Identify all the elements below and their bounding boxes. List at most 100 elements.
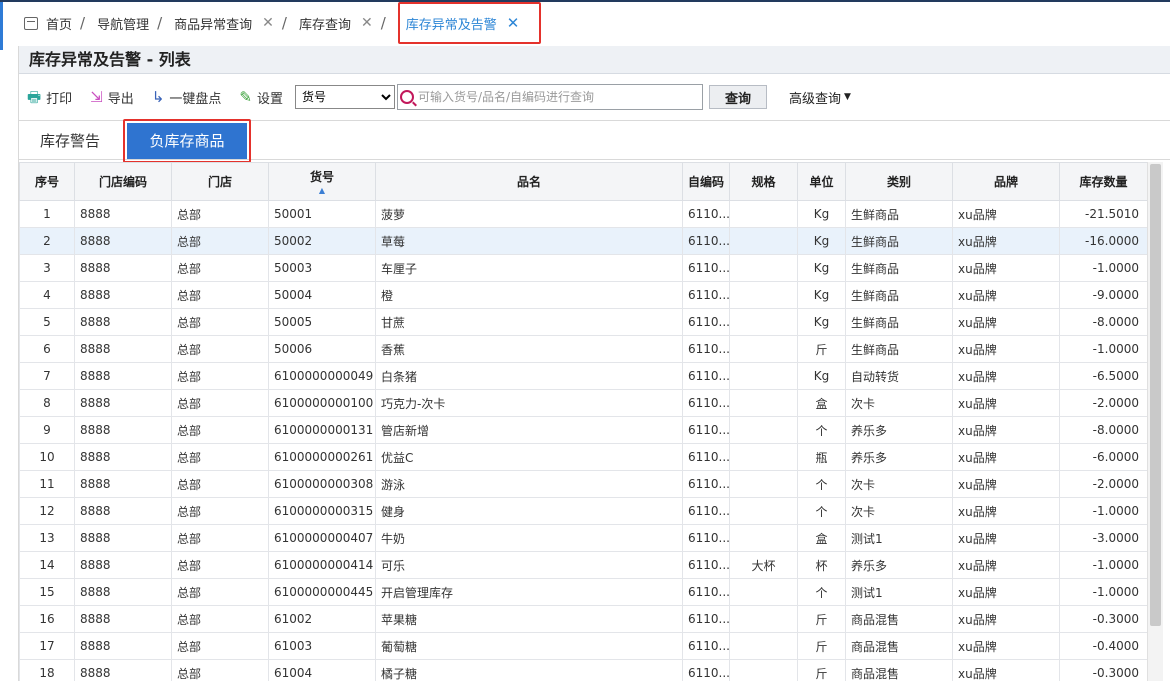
stocktake-button[interactable]: ↳ 一键盘点 [152,88,222,107]
tab-stock-warning[interactable]: 库存警告 [23,121,117,161]
breadcrumb-label: 商品异常查询 [174,17,253,33]
table-cell: 6110... [682,416,730,444]
table-cell: 斤 [797,605,846,633]
close-icon[interactable]: ✕ [262,15,274,31]
settings-label: 设置 [256,91,283,107]
page-title: 库存异常及告警 - 列表 [19,46,1170,74]
query-button[interactable]: 查询 [708,85,767,109]
table-cell: xu品牌 [952,362,1060,390]
table-row[interactable]: 4 8888 总部 50004 橙 6110... Kg 生鲜商品 xu品牌 -9.0000 [19,281,1148,309]
breadcrumb-item[interactable]: 商品异常查询 ✕ / [168,2,293,44]
table-row[interactable]: 18 8888 总部 61004 橘子糖 6110... 斤商品混售 xu品牌 -0.3000 [19,659,1148,681]
table-cell: 6110... [682,659,730,681]
vertical-scrollbar[interactable] [1147,162,1163,681]
table-cell: 6100000000315 [268,497,376,525]
tab-negative-stock[interactable]: 负库存商品 [123,119,251,163]
table-row[interactable]: 12 8888 总部 6100000000315 健身 6110... 个次卡 xu品牌 -1.… [19,497,1148,525]
table-cell: -6.0000 [1059,443,1148,471]
table-row[interactable]: 2 8888 总部 50002 草莓 6110... Kg 生鲜商品 xu品牌 -16.0000 [19,227,1148,255]
table-cell: -0.3000 [1059,605,1148,633]
table-cell: -1.0000 [1059,335,1148,363]
breadcrumb-separator: / [281,14,287,32]
table-cell [729,443,798,471]
table-cell: 6100000000414 [268,551,376,579]
breadcrumb-item[interactable]: 导航管理 / [91,2,168,44]
column-header[interactable]: 规格 [729,162,798,201]
export-button[interactable]: ⇲ 导出 [90,88,134,107]
table-row[interactable]: 6 8888 总部 50006 香蕉 6110... 斤生鲜商品 xu品牌 -1.0000 [19,335,1148,363]
table-row[interactable]: 13 8888 总部 6100000000407 牛奶 6110... 盒测试1 xu品牌 -3… [19,524,1148,552]
table-row[interactable]: 8 8888 总部 6100000000100 巧克力-次卡 6110... 盒次卡 xu品牌… [19,389,1148,417]
column-header[interactable]: 门店 [171,162,269,201]
breadcrumb-item[interactable]: 库存查询 ✕ / [293,2,392,44]
column-header[interactable]: 品牌 [952,162,1060,201]
column-header-label: 类别 [886,175,911,189]
table-cell: 橘子糖 [375,659,683,681]
column-header-label: 库存数量 [1079,175,1128,189]
column-header[interactable]: 自编码 [682,162,730,201]
table-cell: 14 [19,551,75,579]
table-cell: 50001 [268,200,376,228]
table-cell: 生鲜商品 [845,335,953,363]
table-cell: -1.0000 [1059,551,1148,579]
table-row[interactable]: 5 8888 总部 50005 甘蔗 6110... Kg 生鲜商品 xu品牌 -8.0000 [19,308,1148,336]
search-input[interactable] [417,86,702,108]
table-row[interactable]: 10 8888 总部 6100000000261 优益C 6110... 瓶养乐多 xu品牌 -… [19,443,1148,471]
column-header-label: 货号 [309,170,334,184]
table-cell: xu品牌 [952,605,1060,633]
search-type-select[interactable]: 货号 [294,85,395,109]
sort-asc-icon[interactable]: ▲ [269,187,375,195]
settings-button[interactable]: ✎ 设置 [239,88,283,107]
column-header-label: 自编码 [687,175,724,189]
toolbar: 🖶 打印 ⇲ 导出 ↳ 一键盘点 ✎ 设置 货号 查询 [19,80,1170,114]
table-cell: 6100000000131 [268,416,376,444]
export-label: 导出 [107,91,134,107]
column-header-label: 序号 [34,175,59,189]
table-cell: 巧克力-次卡 [375,389,683,417]
table-cell: xu品牌 [952,632,1060,660]
table-row[interactable]: 9 8888 总部 6100000000131 管店新增 6110... 个养乐多 xu品牌 -… [19,416,1148,444]
search-box[interactable] [396,84,703,110]
table-cell: 个 [797,416,846,444]
table-cell: 橙 [375,281,683,309]
table-cell: -3.0000 [1059,524,1148,552]
table-row[interactable]: 3 8888 总部 50003 车厘子 6110... Kg 生鲜商品 xu品牌 -1.0000 [19,254,1148,282]
table-cell: 8888 [74,362,172,390]
table-cell: xu品牌 [952,227,1060,255]
column-header[interactable]: 类别 [845,162,953,201]
table-cell: 6110... [682,227,730,255]
column-header[interactable]: 门店编码 [74,162,172,201]
edit-icon: ✎ [239,87,252,106]
column-header[interactable]: 品名 [375,162,683,201]
table-row[interactable]: 14 8888 总部 6100000000414 可乐 6110... 大杯杯养乐多 xu品牌… [19,551,1148,579]
tab-negative-stock-label: 负库存商品 [127,123,247,159]
close-icon[interactable]: ✕ [361,15,373,31]
table-cell: 白条猪 [375,362,683,390]
column-header[interactable]: 库存数量 [1059,162,1148,201]
table-cell: 商品混售 [845,632,953,660]
table-row[interactable]: 17 8888 总部 61003 葡萄糖 6110... 斤商品混售 xu品牌 -0.4000 [19,632,1148,660]
table-row[interactable]: 1 8888 总部 50001 菠萝 6110... Kg 生鲜商品 xu品牌 -21.5010 [19,200,1148,228]
table-cell: 养乐多 [845,443,953,471]
column-header[interactable]: 单位 [797,162,846,201]
table-cell: 8888 [74,389,172,417]
table-cell: 总部 [171,200,269,228]
table-cell: 生鲜商品 [845,308,953,336]
breadcrumb-item[interactable]: 首页 / [18,2,91,44]
advanced-query-button[interactable]: 高级查询 ▼ [789,88,851,107]
print-button[interactable]: 🖶 打印 [27,88,72,107]
table-row[interactable]: 15 8888 总部 6100000000445 开启管理库存 6110... 个测试1 xu… [19,578,1148,606]
table-cell: 优益C [375,443,683,471]
column-header[interactable]: 货号 ▲ [268,162,376,201]
table-cell: 测试1 [845,578,953,606]
breadcrumb-item[interactable]: 库存异常及告警 ✕ [397,2,542,44]
column-header-label: 门店编码 [98,175,147,189]
table-cell: xu品牌 [952,443,1060,471]
table-row[interactable]: 7 8888 总部 6100000000049 白条猪 6110... Kg 自动转货 xu品牌… [19,362,1148,390]
table-cell: 总部 [171,389,269,417]
table-row[interactable]: 11 8888 总部 6100000000308 游泳 6110... 个次卡 xu品牌 -2.… [19,470,1148,498]
scrollbar-thumb[interactable] [1150,164,1161,626]
table-row[interactable]: 16 8888 总部 61002 苹果糖 6110... 斤商品混售 xu品牌 -0.3000 [19,605,1148,633]
column-header[interactable]: 序号 [19,162,75,201]
close-icon[interactable]: ✕ [507,14,520,32]
